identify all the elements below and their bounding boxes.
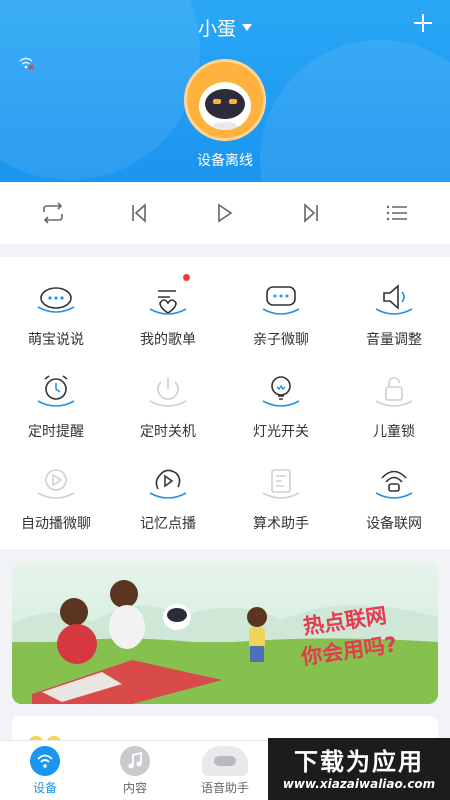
feature-label: 定时关机 <box>140 424 196 440</box>
promo-banner[interactable]: 热点联网 你会用吗? <box>12 562 438 704</box>
play-button[interactable] <box>205 193 245 233</box>
device-header: 小蛋 设备离线 <box>0 0 450 182</box>
auto-play-icon <box>34 461 78 505</box>
feature-item[interactable]: 定时关机 <box>112 349 224 441</box>
robot-icon <box>199 82 251 130</box>
next-icon <box>304 203 318 223</box>
previous-icon <box>132 203 146 223</box>
robot-tab-icon <box>202 746 248 776</box>
feature-item[interactable]: 记忆点播 <box>112 441 224 533</box>
feature-label: 记忆点播 <box>140 516 196 532</box>
message-icon <box>259 277 303 321</box>
feature-label: 自动播微聊 <box>21 516 91 532</box>
tab-voice-assistant[interactable]: 语音助手 <box>180 741 270 800</box>
play-icon <box>218 203 233 223</box>
music-note-icon <box>120 746 150 776</box>
player-controls <box>0 182 450 244</box>
feature-grid: 萌宝说说 我的歌单 亲子微聊 音量调整 定时提醒 定时关机 灯光开关 儿童锁 自… <box>0 257 450 549</box>
tab-content[interactable]: 内容 <box>90 741 180 800</box>
playlist-heart-icon <box>146 274 190 321</box>
playlist-button[interactable] <box>377 193 417 233</box>
tab-label: 语音助手 <box>200 781 249 795</box>
feature-item[interactable]: 算术助手 <box>225 441 337 533</box>
tab-label: 设备 <box>32 781 57 795</box>
add-device-button[interactable] <box>412 12 434 34</box>
watermark-title: 下载为应用 <box>294 748 424 776</box>
feature-item[interactable]: 我的歌单 <box>112 257 224 349</box>
feature-item[interactable]: 自动播微聊 <box>0 441 112 533</box>
device-avatar[interactable] <box>184 59 266 141</box>
memory-play-icon <box>146 461 190 505</box>
playlist-icon <box>386 205 407 221</box>
next-button[interactable] <box>291 193 331 233</box>
repeat-button[interactable] <box>33 193 73 233</box>
tab-label: 内容 <box>122 781 147 795</box>
lock-icon <box>372 369 416 413</box>
app-screen: 小蛋 设备离线 萌宝说说 我的歌单 亲子微聊 音量调整 定时提醒 定时关机 灯光… <box>0 0 450 800</box>
previous-button[interactable] <box>119 193 159 233</box>
feature-label: 亲子微聊 <box>253 332 309 348</box>
network-icon <box>372 461 416 505</box>
chat-bubble-icon <box>34 277 78 321</box>
device-name: 小蛋 <box>197 17 236 40</box>
volume-icon <box>372 277 416 321</box>
feature-item[interactable]: 设备联网 <box>338 441 450 533</box>
site-watermark: 下载为应用 www.xiazaiwaliao.com <box>268 738 450 800</box>
notification-badge <box>183 274 190 281</box>
power-icon <box>146 369 190 413</box>
feature-item[interactable]: 定时提醒 <box>0 349 112 441</box>
alarm-clock-icon <box>34 369 78 413</box>
watermark-url: www.xiazaiwaliao.com <box>282 777 436 791</box>
chevron-down-icon <box>242 23 252 31</box>
feature-label: 设备联网 <box>366 516 422 532</box>
repeat-icon <box>43 202 63 224</box>
device-selector[interactable]: 小蛋 <box>0 12 450 42</box>
feature-item[interactable]: 儿童锁 <box>338 349 450 441</box>
math-icon <box>259 461 303 505</box>
feature-label: 灯光开关 <box>253 424 309 440</box>
wifi-off-icon <box>19 57 34 70</box>
feature-label: 音量调整 <box>366 332 422 348</box>
feature-label: 萌宝说说 <box>28 332 84 348</box>
feature-label: 算术助手 <box>253 516 309 532</box>
tab-device[interactable]: 设备 <box>0 741 90 800</box>
feature-item[interactable]: 灯光开关 <box>225 349 337 441</box>
light-bulb-icon <box>259 369 303 413</box>
device-status: 设备离线 <box>197 153 253 169</box>
feature-item[interactable]: 音量调整 <box>338 257 450 349</box>
feature-item[interactable]: 亲子微聊 <box>225 257 337 349</box>
feature-label: 儿童锁 <box>373 424 415 440</box>
feature-item[interactable]: 萌宝说说 <box>0 257 112 349</box>
feature-label: 定时提醒 <box>28 424 84 440</box>
feature-label: 我的歌单 <box>140 332 196 348</box>
device-tab-icon <box>30 746 60 776</box>
